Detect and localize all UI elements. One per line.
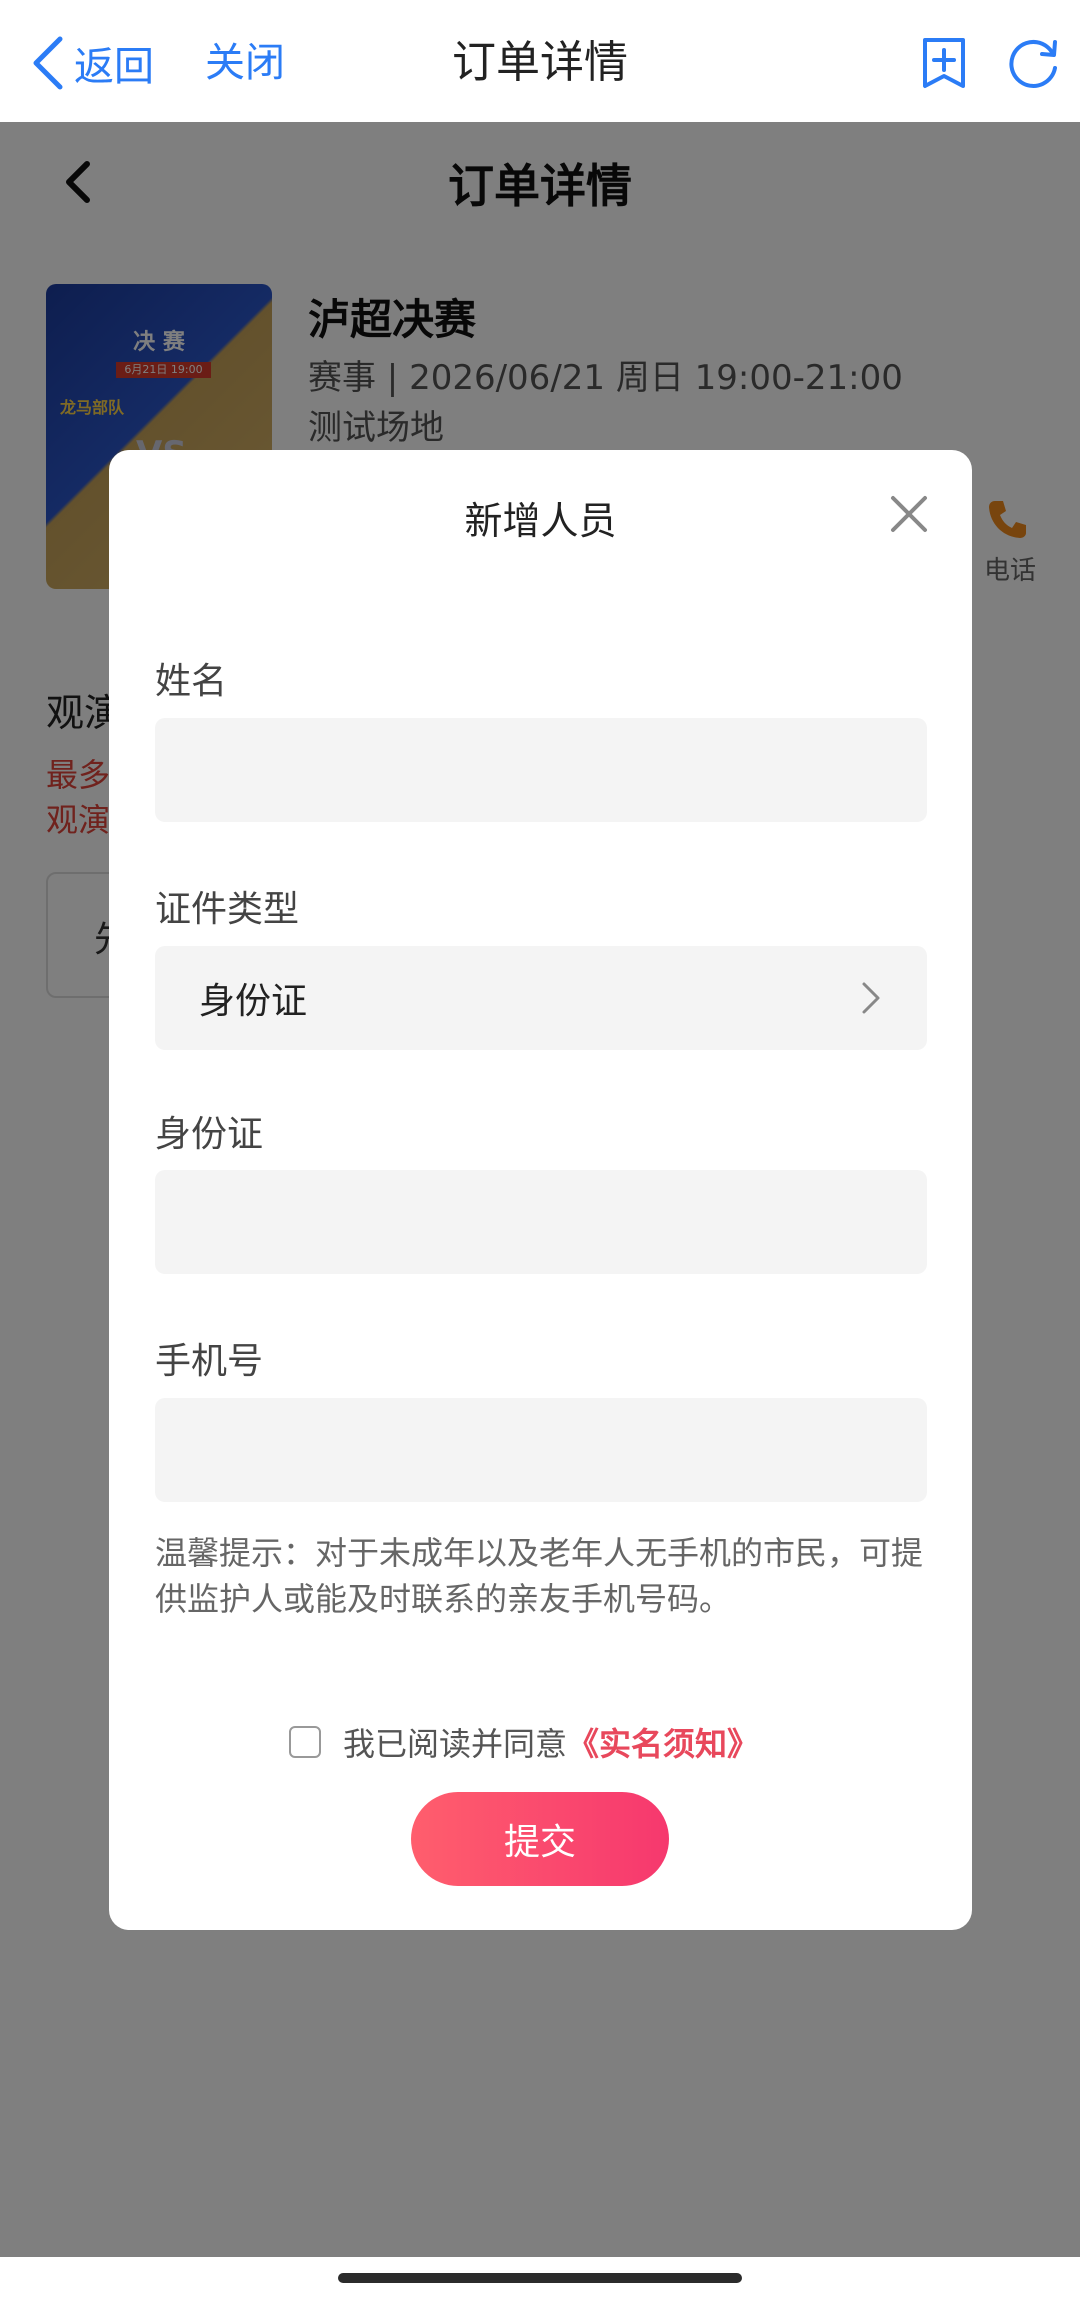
real-name-notice-link[interactable]: 《实名须知》 <box>567 1719 759 1765</box>
id-type-label: 证件类型 <box>155 889 300 930</box>
add-person-dialog: 新增人员 姓名 证件类型 身份证 身份证 手机号 温馨提示：对于未成年以及老年人… <box>109 450 972 1930</box>
name-label: 姓名 <box>155 661 228 702</box>
agree-checkbox[interactable] <box>289 1726 321 1758</box>
id-number-label: 身份证 <box>155 1114 264 1155</box>
warm-tip: 温馨提示：对于未成年以及老年人无手机的市民，可提供监护人或能及时联系的亲友手机号… <box>155 1534 924 1618</box>
home-indicator[interactable] <box>338 2273 742 2283</box>
agreement-row: 我已阅读并同意 《实名须知》 <box>289 1720 759 1764</box>
phone-number-input[interactable] <box>155 1398 927 1502</box>
nav-back-button[interactable]: 返回 <box>30 30 154 96</box>
dialog-title: 新增人员 <box>464 499 617 543</box>
webview-nav-bar: 返回 关闭 订单详情 <box>0 0 1080 122</box>
id-type-select[interactable]: 身份证 <box>155 946 927 1050</box>
close-icon[interactable] <box>887 492 931 536</box>
chevron-left-icon <box>33 36 63 90</box>
id-type-value: 身份证 <box>199 981 308 1022</box>
name-input[interactable] <box>155 718 927 822</box>
refresh-icon[interactable] <box>1005 34 1063 92</box>
id-number-input[interactable] <box>155 1170 927 1274</box>
nav-back-label: 返回 <box>74 44 154 90</box>
chevron-right-icon <box>862 982 880 1014</box>
submit-button[interactable]: 提交 <box>411 1792 669 1886</box>
add-bookmark-icon[interactable] <box>915 34 973 92</box>
nav-close-button[interactable]: 关闭 <box>205 30 285 96</box>
agree-text: 我已阅读并同意 <box>343 1725 568 1763</box>
phone-number-label: 手机号 <box>155 1341 264 1382</box>
system-bottom-bar <box>0 2257 1080 2302</box>
